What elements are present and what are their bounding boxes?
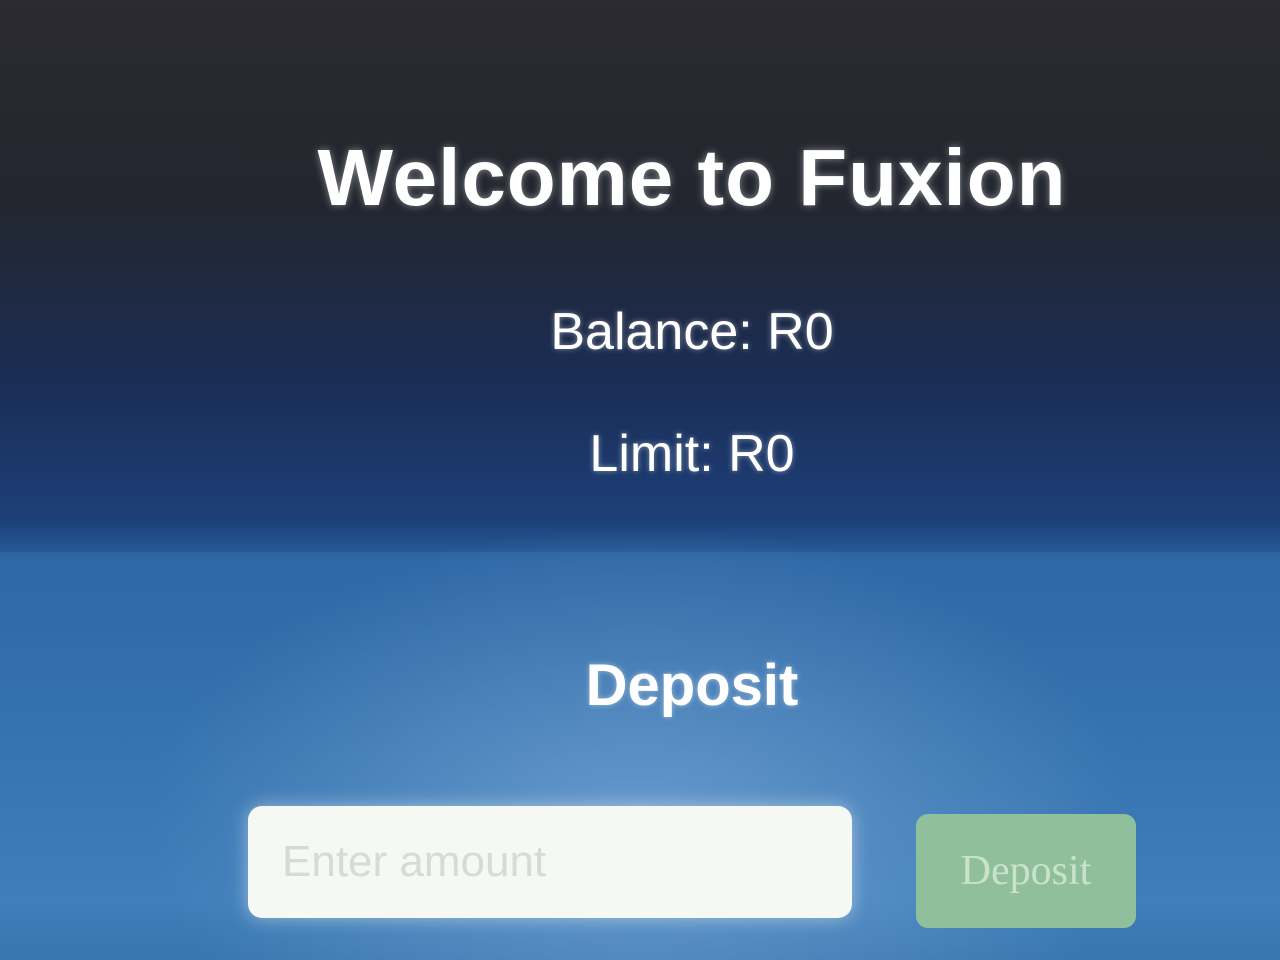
balance-text: Balance: R0 <box>550 303 834 361</box>
app-screen: Welcome to Fuxion Balance: R0 Limit: R0 … <box>0 0 1280 960</box>
deposit-heading: Deposit <box>585 653 799 718</box>
amount-input[interactable] <box>248 806 852 918</box>
limit-text: Limit: R0 <box>589 425 795 483</box>
page-title: Welcome to Fuxion <box>317 133 1067 222</box>
account-summary-panel: Welcome to Fuxion Balance: R0 Limit: R0 <box>0 0 1280 552</box>
deposit-button[interactable]: Deposit <box>916 814 1136 928</box>
